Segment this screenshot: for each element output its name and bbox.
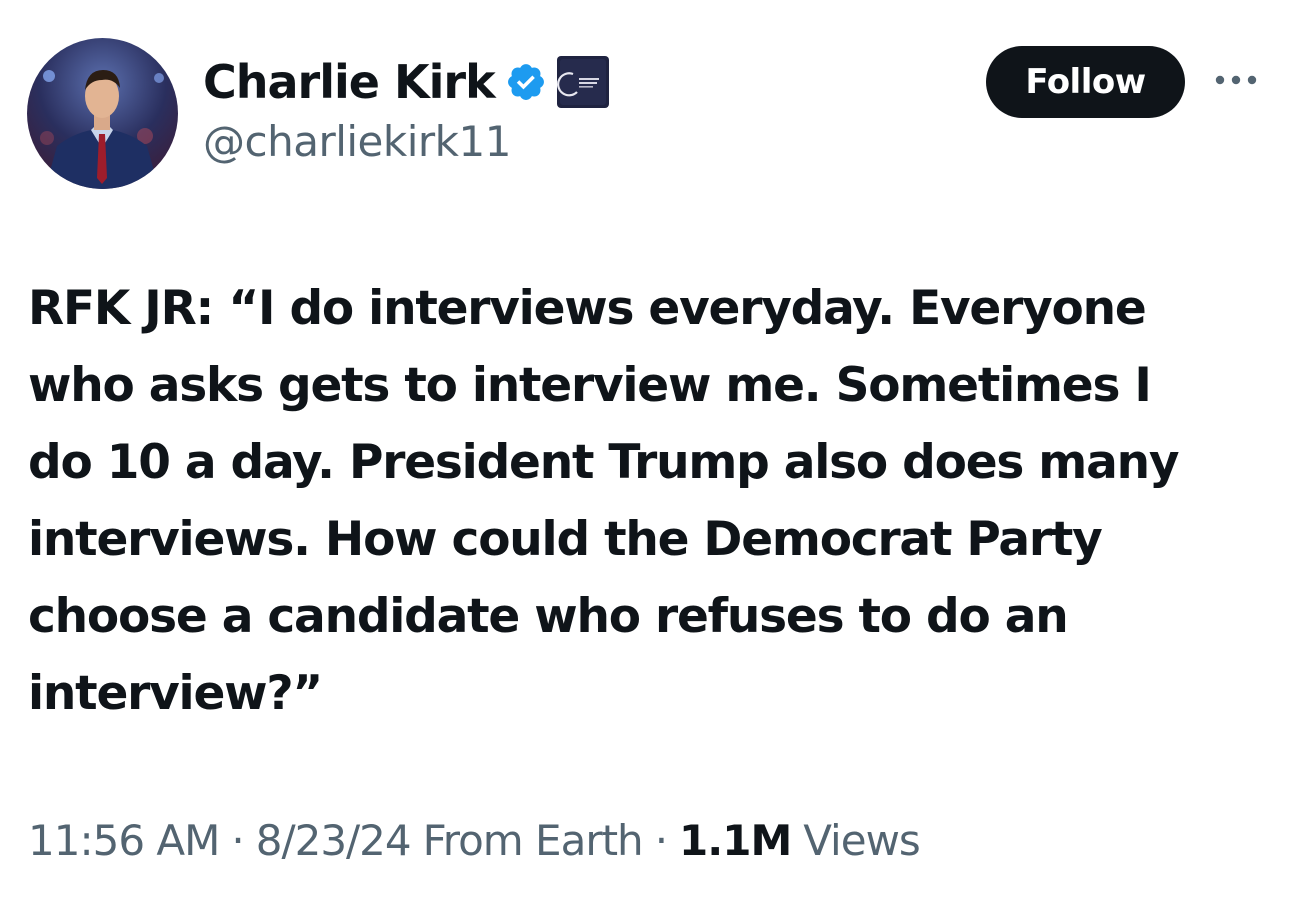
author-name-row: Charlie Kirk xyxy=(203,52,609,112)
author-handle[interactable]: @charliekirk11 xyxy=(203,117,511,166)
follow-button[interactable]: Follow xyxy=(986,46,1185,118)
verified-badge-icon[interactable] xyxy=(505,61,547,103)
meta-separator: · xyxy=(231,815,244,865)
tweet-text-line: choose a candidate who refuses to do an xyxy=(28,589,1069,644)
tweet-text-line: interviews. How could the Democrat Party xyxy=(28,512,1103,567)
turning-point-usa-logo-icon[interactable] xyxy=(556,56,609,108)
author-display-name[interactable]: Charlie Kirk xyxy=(203,55,496,109)
tweet-card: Charlie Kirk @charliekirk11 Follow RFK J… xyxy=(0,0,1290,904)
views-count: 1.1M xyxy=(679,815,792,865)
profile-photo xyxy=(27,38,178,189)
meta-separator: · xyxy=(654,815,668,865)
tweet-source: From Earth xyxy=(422,815,644,865)
tweet-time[interactable]: 11:56 AM xyxy=(28,816,220,865)
tweet-meta: 11:56 AM · 8/23/24 From Earth · 1.1M Vie… xyxy=(28,808,921,872)
tweet-text-line: do 10 a day. President Trump also does m… xyxy=(28,435,1179,490)
tweet-text: RFK JR: “I do interviews everyday. Every… xyxy=(28,270,1273,732)
views-label: Views xyxy=(803,815,921,865)
tweet-text-line: interview?” xyxy=(28,666,323,721)
more-horizontal-icon[interactable] xyxy=(1212,70,1260,90)
tweet-text-line: who asks gets to interview me. Sometimes… xyxy=(28,358,1152,413)
tweet-text-line: RFK JR: “I do interviews everyday. Every… xyxy=(28,281,1147,336)
tweet-date[interactable]: 8/23/24 xyxy=(256,816,412,865)
author-avatar[interactable] xyxy=(27,38,178,189)
